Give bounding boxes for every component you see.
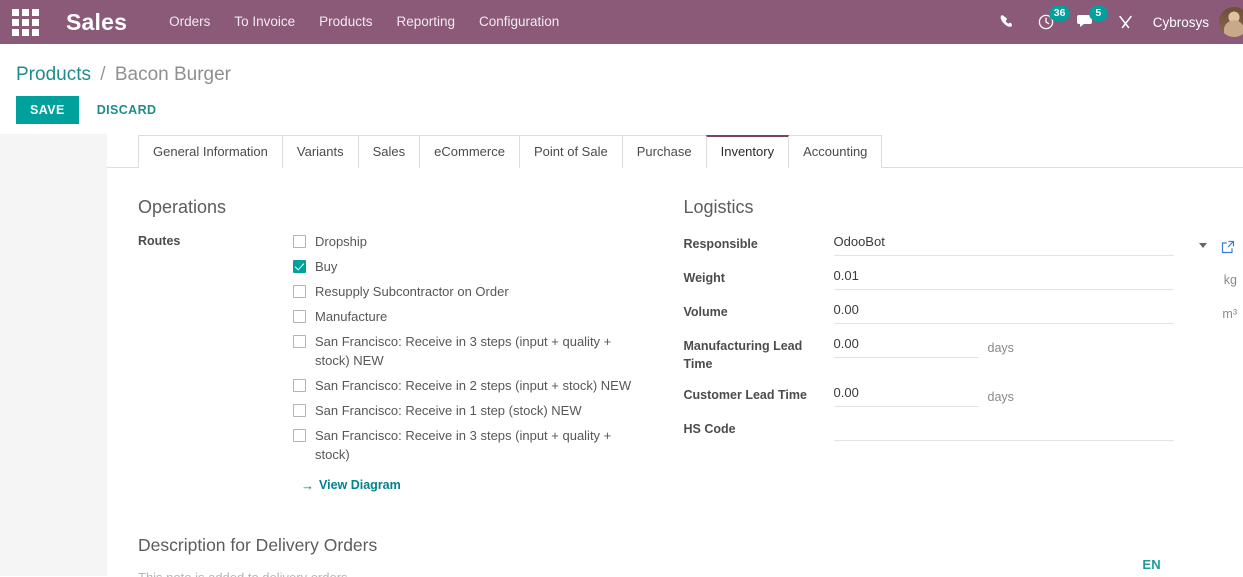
operations-group: Operations Routes Dropship Buy Resupply … xyxy=(138,196,676,495)
tab-point-of-sale[interactable]: Point of Sale xyxy=(518,135,623,168)
operations-title: Operations xyxy=(138,197,227,217)
checkbox-receive-2-steps-new[interactable] xyxy=(293,379,306,392)
tab-purchase[interactable]: Purchase xyxy=(621,135,707,168)
external-link-icon[interactable] xyxy=(1221,240,1235,254)
route-option-dropship[interactable]: Dropship xyxy=(293,232,676,251)
control-panel: Products / Bacon Burger SAVE DISCARD xyxy=(0,44,1243,134)
main-menu: Orders To Invoice Products Reporting Con… xyxy=(157,0,571,44)
route-option-manufacture[interactable]: Manufacture xyxy=(293,307,676,326)
route-option-resupply-subcontractor[interactable]: Resupply Subcontractor on Order xyxy=(293,282,676,301)
manufacturing-lead-time-unit: days xyxy=(987,341,1014,355)
checkbox-receive-1-step-new[interactable] xyxy=(293,404,306,417)
volume-unit: m³ xyxy=(1222,307,1237,321)
form-sheet: General Information Variants Sales eComm… xyxy=(107,134,1243,577)
customer-lead-time-label: Customer Lead Time xyxy=(683,388,807,402)
customer-lead-time-input[interactable] xyxy=(833,383,979,407)
logistics-title: Logistics xyxy=(683,197,754,217)
tab-variants[interactable]: Variants xyxy=(281,135,359,168)
volume-input[interactable] xyxy=(833,300,1174,324)
arrow-right-icon: → xyxy=(301,477,314,493)
checkbox-resupply-subcontractor[interactable] xyxy=(293,285,306,298)
logistics-group: Logistics Responsible OdooBot Weight 0.0… xyxy=(676,196,1237,495)
responsible-label: Responsible xyxy=(683,237,758,251)
hs-code-row: HS Code xyxy=(684,417,1214,441)
phone-icon[interactable] xyxy=(988,0,1026,44)
route-option-buy[interactable]: Buy xyxy=(293,257,676,276)
route-option-receive-3-steps-new[interactable]: San Francisco: Receive in 3 steps (input… xyxy=(293,332,676,370)
checkbox-buy[interactable] xyxy=(293,260,306,273)
routes-checkbox-list: Dropship Buy Resupply Subcontractor on O… xyxy=(293,232,676,495)
routes-label: Routes xyxy=(138,234,181,248)
view-diagram-label: View Diagram xyxy=(319,478,401,492)
route-label-receive-3-steps-new[interactable]: San Francisco: Receive in 3 steps (input… xyxy=(315,332,633,370)
route-option-receive-2-steps-new[interactable]: San Francisco: Receive in 2 steps (input… xyxy=(293,376,676,395)
route-option-receive-3-steps[interactable]: San Francisco: Receive in 3 steps (input… xyxy=(293,426,676,464)
messages-chat-icon[interactable]: 5 xyxy=(1066,0,1108,44)
responsible-input[interactable] xyxy=(833,232,1174,256)
route-label-resupply-subcontractor[interactable]: Resupply Subcontractor on Order xyxy=(315,282,509,301)
manufacturing-lead-time-label: Manufacturing Lead Time xyxy=(683,339,803,371)
description-section: Description for Delivery Orders This not… xyxy=(138,495,1213,577)
menu-item-orders[interactable]: Orders xyxy=(157,0,222,44)
discard-button[interactable]: DISCARD xyxy=(85,96,169,124)
route-label-receive-3-steps[interactable]: San Francisco: Receive in 3 steps (input… xyxy=(315,426,633,464)
breadcrumb-current-record: Bacon Burger xyxy=(114,64,232,85)
tab-general-information[interactable]: General Information xyxy=(138,135,283,168)
breadcrumb-products-link[interactable]: Products xyxy=(16,64,91,85)
menu-item-to-invoice[interactable]: To Invoice xyxy=(222,0,307,44)
volume-label: Volume xyxy=(683,305,728,319)
weight-row: Weight kg xyxy=(683,266,1237,290)
breadcrumb: Products / Bacon Burger xyxy=(0,54,1243,90)
notebook-tabs: General Information Variants Sales eComm… xyxy=(107,134,1243,169)
route-label-receive-1-step-new[interactable]: San Francisco: Receive in 1 step (stock)… xyxy=(315,401,582,420)
customer-lead-time-row: Customer Lead Time days xyxy=(684,383,1214,407)
breadcrumb-separator: / xyxy=(100,64,106,85)
user-menu-label[interactable]: Cybrosys xyxy=(1145,15,1219,30)
customer-lead-time-unit: days xyxy=(987,390,1014,404)
menu-item-reporting[interactable]: Reporting xyxy=(384,0,467,44)
weight-unit: kg xyxy=(1223,273,1237,287)
apps-grid-icon[interactable] xyxy=(8,5,42,39)
view-diagram-link[interactable]: → View Diagram xyxy=(301,478,401,492)
route-label-dropship[interactable]: Dropship xyxy=(315,232,367,251)
menu-item-products[interactable]: Products xyxy=(307,0,384,44)
tab-sales[interactable]: Sales xyxy=(357,135,421,168)
tools-debug-icon[interactable] xyxy=(1106,0,1145,44)
route-label-receive-2-steps-new[interactable]: San Francisco: Receive in 2 steps (input… xyxy=(315,376,631,395)
route-option-receive-1-step-new[interactable]: San Francisco: Receive in 1 step (stock)… xyxy=(293,401,676,420)
responsible-row: Responsible xyxy=(683,232,1235,256)
volume-row: Volume m³ xyxy=(683,300,1237,324)
weight-label: Weight xyxy=(683,271,725,285)
weight-input[interactable] xyxy=(833,266,1174,290)
chevron-down-icon[interactable] xyxy=(1199,243,1207,248)
tab-ecommerce[interactable]: eCommerce xyxy=(419,135,520,168)
hs-code-label: HS Code xyxy=(683,422,736,436)
checkbox-receive-3-steps[interactable] xyxy=(293,429,306,442)
app-brand-title[interactable]: Sales xyxy=(66,9,127,36)
description-placeholder[interactable]: This note is added to delivery orders. xyxy=(138,568,1213,577)
language-badge[interactable]: EN xyxy=(1142,557,1161,572)
navbar-systray: 36 5 Cybrosys xyxy=(988,0,1243,44)
checkbox-dropship[interactable] xyxy=(293,235,306,248)
hs-code-input[interactable] xyxy=(833,417,1174,441)
route-label-buy[interactable]: Buy xyxy=(315,257,337,276)
menu-item-configuration[interactable]: Configuration xyxy=(467,0,571,44)
checkbox-receive-3-steps-new[interactable] xyxy=(293,335,306,348)
top-navbar: Sales Orders To Invoice Products Reporti… xyxy=(0,0,1243,44)
inventory-tab-panel: Operations Routes Dropship Buy Resupply … xyxy=(107,168,1243,577)
route-label-manufacture[interactable]: Manufacture xyxy=(315,307,387,326)
record-action-buttons: SAVE DISCARD xyxy=(0,90,1243,134)
activity-clock-icon[interactable]: 36 xyxy=(1026,0,1071,44)
manufacturing-lead-time-input[interactable] xyxy=(833,334,979,358)
tab-inventory[interactable]: Inventory xyxy=(705,135,790,169)
save-button[interactable]: SAVE xyxy=(16,96,79,124)
page-body: General Information Variants Sales eComm… xyxy=(0,134,1243,577)
manufacturing-lead-time-row: Manufacturing Lead Time days xyxy=(684,334,1214,373)
description-title: Description for Delivery Orders xyxy=(138,534,378,555)
tab-accounting[interactable]: Accounting xyxy=(788,135,883,168)
user-avatar[interactable] xyxy=(1219,7,1243,37)
checkbox-manufacture[interactable] xyxy=(293,310,306,323)
